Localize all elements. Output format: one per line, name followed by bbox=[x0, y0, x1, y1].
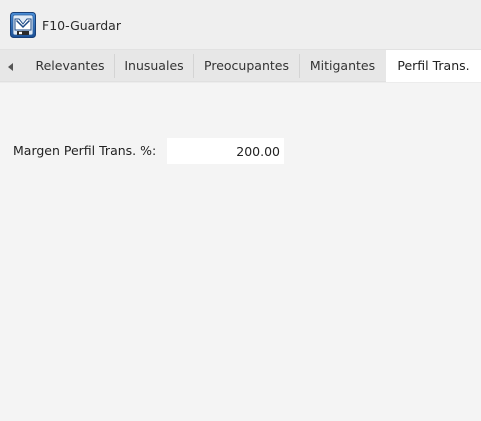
save-button-label: F10-Guardar bbox=[42, 17, 121, 33]
tab-label: Inusuales bbox=[124, 58, 184, 73]
tab-separator bbox=[299, 54, 300, 78]
tab-separator bbox=[193, 54, 194, 78]
tab-preocupantes[interactable]: Preocupantes bbox=[195, 50, 298, 82]
tab-perfil-trans[interactable]: Perfil Trans. bbox=[386, 50, 481, 82]
margen-perfil-input[interactable] bbox=[167, 138, 284, 164]
tab-relevantes[interactable]: Relevantes bbox=[27, 50, 113, 82]
tab-bar: Relevantes Inusuales Preocupantes Mitiga… bbox=[0, 50, 481, 82]
triangle-left-icon[interactable] bbox=[6, 59, 16, 73]
tab-separator bbox=[114, 54, 115, 78]
tab-inusuales[interactable]: Inusuales bbox=[116, 50, 192, 82]
window: F10-Guardar Relevantes Inusuales Preocup… bbox=[0, 0, 481, 421]
save-button[interactable]: F10-Guardar bbox=[10, 11, 121, 39]
perfil-trans-panel: Margen Perfil Trans. %: bbox=[0, 82, 481, 421]
margen-perfil-label: Margen Perfil Trans. %: bbox=[13, 143, 157, 158]
tab-label: Perfil Trans. bbox=[397, 58, 470, 73]
tab-label: Mitigantes bbox=[309, 58, 376, 73]
tab-label: Preocupantes bbox=[204, 58, 289, 73]
tab-label: Relevantes bbox=[35, 58, 105, 73]
toolbar: F10-Guardar bbox=[0, 0, 481, 50]
tab-mitigantes[interactable]: Mitigantes bbox=[301, 50, 384, 82]
save-icon bbox=[10, 12, 36, 38]
